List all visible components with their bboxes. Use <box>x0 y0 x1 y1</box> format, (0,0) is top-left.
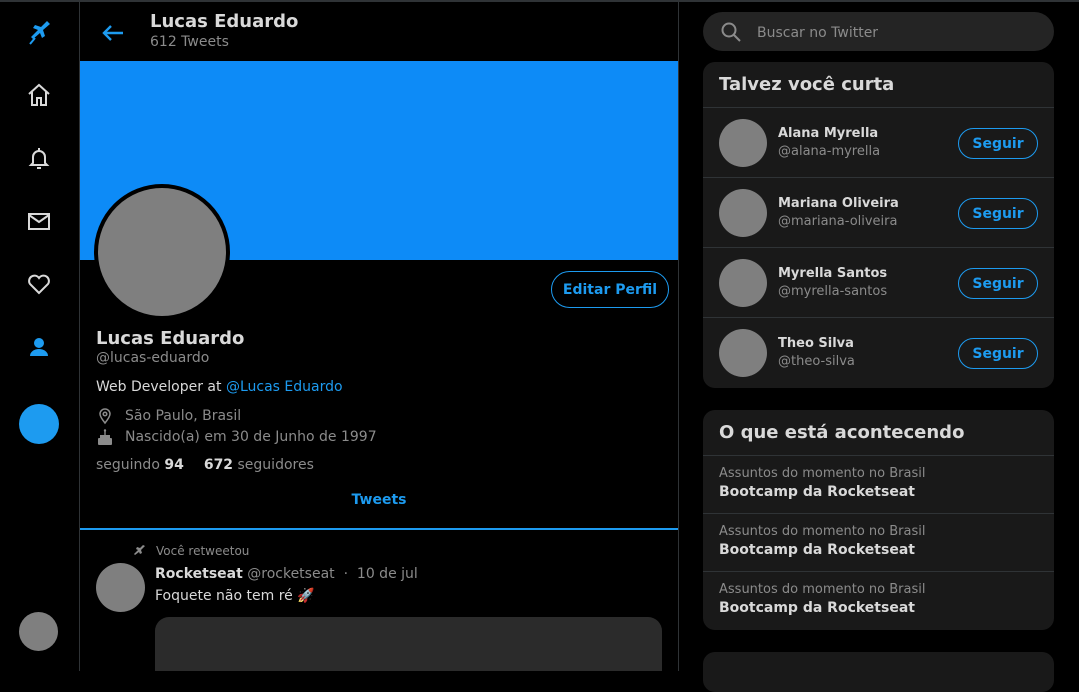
search-icon <box>721 22 741 42</box>
trend-item[interactable]: Assuntos do momento no Brasil Bootcamp d… <box>703 456 1054 514</box>
profile-name: Lucas Eduardo <box>96 328 245 349</box>
trend-item[interactable]: Assuntos do momento no Brasil Bootcamp d… <box>703 514 1054 572</box>
account-avatar[interactable] <box>19 612 58 651</box>
header-tweet-count: 612 Tweets <box>150 34 229 50</box>
bell-icon[interactable] <box>21 140 57 176</box>
avatar[interactable] <box>719 119 767 167</box>
user-icon[interactable] <box>21 329 57 365</box>
profile-handle: @lucas-eduardo <box>96 350 210 366</box>
retweet-rocket-icon <box>134 545 145 555</box>
retweet-indicator: Você retweetou <box>132 544 249 558</box>
follow-stats: seguindo 94 672 seguidores <box>96 457 314 473</box>
trend-topic: Bootcamp da Rocketseat <box>719 484 915 500</box>
mail-icon[interactable] <box>21 203 57 239</box>
follow-button[interactable]: Seguir <box>958 198 1038 229</box>
tweet-header: Rocketseat @rocketseat · 10 de jul <box>155 566 418 582</box>
following-stat[interactable]: seguindo 94 <box>96 457 184 473</box>
profile-location: São Paulo, Brasil <box>96 407 241 425</box>
trend-label: Assuntos do momento no Brasil <box>719 466 926 481</box>
trend-topic: Bootcamp da Rocketseat <box>719 542 915 558</box>
tweet-author-handle[interactable]: @rocketseat <box>247 566 334 582</box>
tweet-author-name[interactable]: Rocketseat <box>155 566 243 582</box>
edit-profile-button[interactable]: Editar Perfil <box>551 271 669 308</box>
profile-header: Lucas Eduardo 612 Tweets <box>80 2 678 60</box>
trend-topic: Bootcamp da Rocketseat <box>719 600 915 616</box>
trends-card: O que está acontecendo Assuntos do momen… <box>703 410 1054 630</box>
profile-avatar[interactable] <box>94 184 230 320</box>
suggestion-item: Mariana Oliveira @mariana-oliveira Segui… <box>703 178 1054 248</box>
trends-title: O que está acontecendo <box>703 410 1054 456</box>
cake-icon <box>98 429 112 445</box>
who-to-follow-card: Talvez você curta Alana Myrella @alana-m… <box>703 62 1054 388</box>
heart-icon[interactable] <box>21 266 57 302</box>
suggestion-name[interactable]: Mariana Oliveira <box>778 196 899 211</box>
suggestion-handle: @mariana-oliveira <box>778 214 898 229</box>
birthdate-text: Nascido(a) em 30 de Junho de 1997 <box>125 429 377 445</box>
search-bar <box>703 12 1054 53</box>
tweet-text: Foquete não tem ré 🚀 <box>155 588 315 604</box>
location-text: São Paulo, Brasil <box>125 408 242 424</box>
suggestion-item: Myrella Santos @myrella-santos Seguir <box>703 248 1054 318</box>
back-arrow-icon[interactable] <box>99 19 127 47</box>
who-to-follow-title: Talvez você curta <box>703 62 1054 108</box>
profile-birthdate: Nascido(a) em 30 de Junho de 1997 <box>96 428 377 446</box>
tweet-separator: · <box>343 566 349 582</box>
suggestion-handle: @myrella-santos <box>778 284 888 299</box>
profile-column: Lucas Eduardo 612 Tweets Editar Perfil L… <box>80 2 679 671</box>
tweet-date[interactable]: 10 de jul <box>357 566 418 582</box>
followers-stat[interactable]: 672 seguidores <box>204 457 314 473</box>
bio-text: Web Developer at <box>96 379 226 395</box>
suggestion-handle: @alana-myrella <box>778 144 881 159</box>
location-pin-icon <box>99 408 111 425</box>
header-name: Lucas Eduardo <box>150 11 299 32</box>
follow-button[interactable]: Seguir <box>958 268 1038 299</box>
tab-active-underline <box>80 528 678 530</box>
suggestion-handle: @theo-silva <box>778 354 855 369</box>
tweet-compose-button[interactable] <box>19 404 59 444</box>
suggestion-item: Alana Myrella @alana-myrella Seguir <box>703 108 1054 178</box>
profile-bio: Web Developer at @Lucas Eduardo <box>96 379 343 395</box>
suggestion-name[interactable]: Alana Myrella <box>778 126 878 141</box>
avatar[interactable] <box>719 329 767 377</box>
tab-tweets[interactable]: Tweets <box>80 492 678 530</box>
avatar[interactable] <box>719 259 767 307</box>
follow-button[interactable]: Seguir <box>958 128 1038 159</box>
search-input[interactable] <box>755 12 1039 53</box>
tweet-author-avatar[interactable] <box>96 563 145 612</box>
bio-link[interactable]: @Lucas Eduardo <box>226 379 343 395</box>
trend-item[interactable]: Assuntos do momento no Brasil Bootcamp d… <box>703 572 1054 630</box>
trend-label: Assuntos do momento no Brasil <box>719 524 926 539</box>
trend-label: Assuntos do momento no Brasil <box>719 582 926 597</box>
next-card <box>703 652 1054 692</box>
follow-button[interactable]: Seguir <box>958 338 1038 369</box>
suggestion-name[interactable]: Myrella Santos <box>778 266 887 281</box>
bird-logo-icon[interactable] <box>21 14 57 50</box>
avatar[interactable] <box>719 189 767 237</box>
suggestion-item: Theo Silva @theo-silva Seguir <box>703 318 1054 388</box>
home-icon[interactable] <box>21 77 57 113</box>
sidebar-nav <box>0 2 80 671</box>
tweet-media[interactable] <box>155 617 662 671</box>
suggestion-name[interactable]: Theo Silva <box>778 336 854 351</box>
